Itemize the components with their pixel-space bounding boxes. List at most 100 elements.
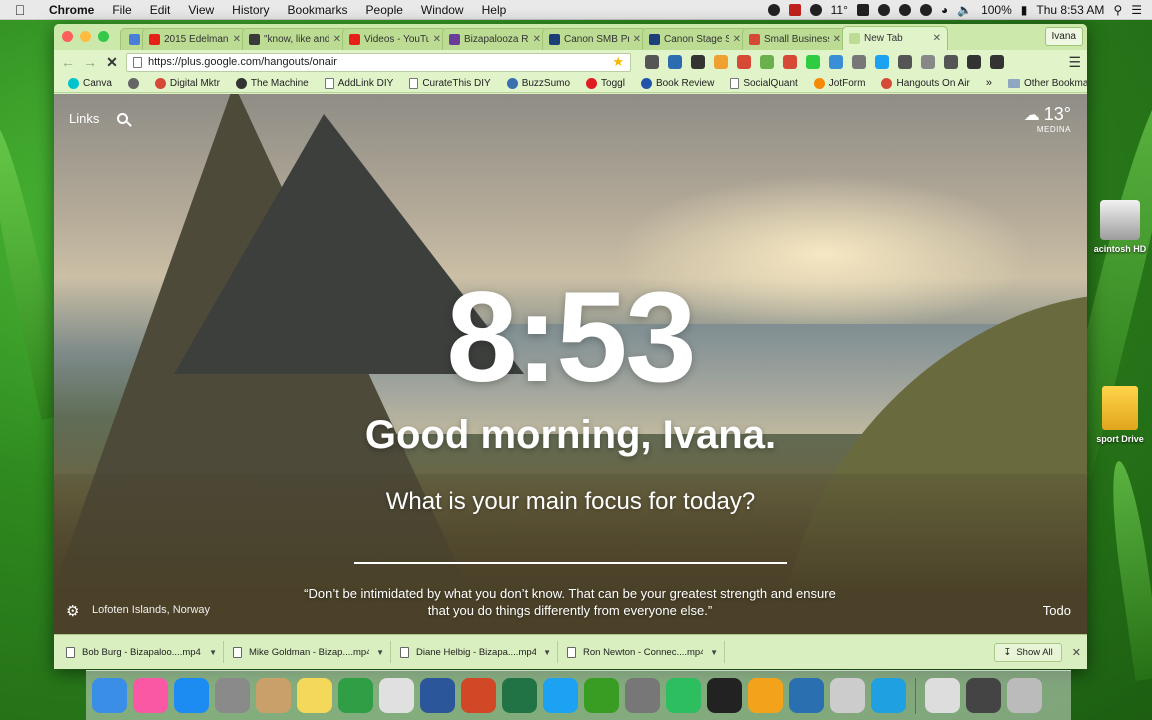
download-item[interactable]: Ron Newton - Connec....mp4 ▼ <box>561 641 725 663</box>
dock-app-icon[interactable] <box>830 678 865 713</box>
wifi-icon[interactable]: ◕ <box>941 3 948 17</box>
browser-tab[interactable]: Videos - YouTu ✕ <box>342 28 448 50</box>
close-tab-icon[interactable]: ✕ <box>333 34 341 45</box>
close-downloads-icon[interactable]: ✕ <box>1072 646 1081 659</box>
dock-app-icon[interactable] <box>789 678 824 713</box>
volume-icon[interactable]: 🔈 <box>957 3 972 17</box>
close-tab-icon[interactable]: ✕ <box>833 34 841 45</box>
menu-people[interactable]: People <box>357 3 412 17</box>
browser-tab[interactable]: 2015 Edelman ✕ <box>142 28 248 50</box>
bookmark-item[interactable]: AddLink DIY <box>317 77 402 89</box>
close-window-button[interactable] <box>62 31 73 42</box>
todo-button[interactable]: Todo <box>1043 603 1071 618</box>
check-tray-icon[interactable] <box>877 3 890 16</box>
menu-view[interactable]: View <box>179 3 223 17</box>
extension-icon[interactable] <box>898 55 912 69</box>
dock-app-icon[interactable] <box>502 678 537 713</box>
dock-app-icon[interactable] <box>133 678 168 713</box>
battery-percent[interactable]: 100% <box>981 3 1012 17</box>
weather-widget[interactable]: ☁ 13° MEDINA <box>1024 104 1071 134</box>
dock-app-icon[interactable] <box>174 678 209 713</box>
gear-icon[interactable]: ⚙ <box>66 602 79 620</box>
dock-app-icon[interactable] <box>666 678 701 713</box>
chevron-down-icon[interactable]: ▼ <box>209 648 217 657</box>
dock-app-icon[interactable] <box>297 678 332 713</box>
dock-app-icon[interactable] <box>543 678 578 713</box>
bookmark-item[interactable] <box>120 77 147 89</box>
dock-app-icon[interactable] <box>92 678 127 713</box>
weather-tray-icon[interactable] <box>809 3 822 16</box>
bookmark-item[interactable]: Toggl <box>578 77 633 89</box>
extension-icon[interactable] <box>875 55 889 69</box>
menubar-clock[interactable]: Thu 8:53 AM <box>1036 3 1104 17</box>
extension-icon[interactable] <box>714 55 728 69</box>
tray-temperature[interactable]: 11° <box>831 3 848 17</box>
extension-icon[interactable] <box>645 55 659 69</box>
bookmark-item[interactable]: Canva <box>60 77 120 89</box>
extension-icon[interactable] <box>691 55 705 69</box>
dock-app-icon[interactable] <box>966 678 1001 713</box>
close-tab-icon[interactable]: ✕ <box>233 34 241 45</box>
dock-app-icon[interactable] <box>420 678 455 713</box>
bookmark-item[interactable]: CurateThis DIY <box>401 77 498 89</box>
extension-icon[interactable] <box>967 55 981 69</box>
menu-window[interactable]: Window <box>412 3 473 17</box>
profile-button[interactable]: Ivana <box>1044 27 1083 46</box>
menu-history[interactable]: History <box>223 3 278 17</box>
bluetooth-tray-icon[interactable] <box>919 3 932 16</box>
links-button[interactable]: Links <box>69 111 99 126</box>
download-item[interactable]: Bob Burg - Bizapaloo....mp4 ▼ <box>60 641 224 663</box>
browser-tab[interactable]: Canon Stage S ✕ <box>642 28 748 50</box>
browser-tab[interactable]: Canon SMB Pr ✕ <box>542 28 648 50</box>
notification-center-icon[interactable]: ☰ <box>1131 3 1142 17</box>
spotlight-icon[interactable]: ⚲ <box>1113 3 1122 17</box>
address-bar[interactable]: https://plus.google.com/hangouts/onair ★ <box>126 52 631 72</box>
extension-icon[interactable] <box>921 55 935 69</box>
address-url[interactable]: https://plus.google.com/hangouts/onair <box>148 56 606 68</box>
chevron-down-icon[interactable]: ▼ <box>543 648 551 657</box>
browser-tab[interactable]: "know, like and ✕ <box>242 28 348 50</box>
dock-app-icon[interactable] <box>379 678 414 713</box>
recorder-tray-icon[interactable] <box>788 3 801 16</box>
minimize-window-button[interactable] <box>80 31 91 42</box>
dock-app-icon[interactable] <box>625 678 660 713</box>
bookmark-item[interactable]: Book Review <box>633 77 722 89</box>
bookmark-star-icon[interactable]: ★ <box>612 54 624 70</box>
download-item[interactable]: Diane Helbig - Bizapa....mp4 ▼ <box>394 641 558 663</box>
bookmark-item[interactable]: The Machine <box>228 77 317 89</box>
battery-icon[interactable]: ▮ <box>1021 3 1028 17</box>
desktop-hard-drive[interactable]: acintosh HD <box>1088 200 1152 254</box>
extension-icon[interactable] <box>852 55 866 69</box>
trash-icon[interactable] <box>1007 678 1042 713</box>
search-icon[interactable] <box>117 113 129 124</box>
dock-app-icon[interactable] <box>256 678 291 713</box>
extension-icon[interactable] <box>760 55 774 69</box>
browser-tab[interactable]: Bizapalooza Ro ✕ <box>442 28 548 50</box>
extension-icon[interactable] <box>944 55 958 69</box>
dock-app-icon[interactable] <box>338 678 373 713</box>
dock-app-icon[interactable] <box>584 678 619 713</box>
tab-new-tab[interactable]: New Tab ✕ <box>842 26 948 50</box>
extension-icon[interactable] <box>990 55 1004 69</box>
bookmark-item[interactable]: Digital Mktr <box>147 77 228 89</box>
fullscreen-window-button[interactable] <box>98 31 109 42</box>
dock-app-icon[interactable] <box>925 678 960 713</box>
close-tab-icon[interactable]: ✕ <box>533 34 541 45</box>
menu-help[interactable]: Help <box>473 3 516 17</box>
back-arrow-icon[interactable]: ← <box>60 54 76 70</box>
extension-icon[interactable] <box>737 55 751 69</box>
browser-tab[interactable]: Small Business ✕ <box>742 28 848 50</box>
menu-bookmarks[interactable]: Bookmarks <box>279 3 357 17</box>
bookmark-item[interactable]: Hangouts On Air <box>873 77 977 89</box>
bookmark-item[interactable]: JotForm <box>806 77 874 89</box>
chevron-down-icon[interactable]: ▼ <box>710 648 718 657</box>
show-all-downloads-button[interactable]: ↧ Show All <box>994 642 1062 662</box>
close-tab-icon[interactable]: ✕ <box>733 34 741 45</box>
bookmark-item[interactable]: SocialQuant <box>722 77 805 89</box>
chrome-menu-icon[interactable]: ☰ <box>1068 54 1081 71</box>
dock-app-icon[interactable] <box>871 678 906 713</box>
close-tab-icon[interactable]: ✕ <box>933 33 941 44</box>
menu-app-name[interactable]: Chrome <box>40 3 103 17</box>
bookmarks-overflow-chevron[interactable]: » <box>978 77 1000 89</box>
dock-app-icon[interactable] <box>707 678 742 713</box>
